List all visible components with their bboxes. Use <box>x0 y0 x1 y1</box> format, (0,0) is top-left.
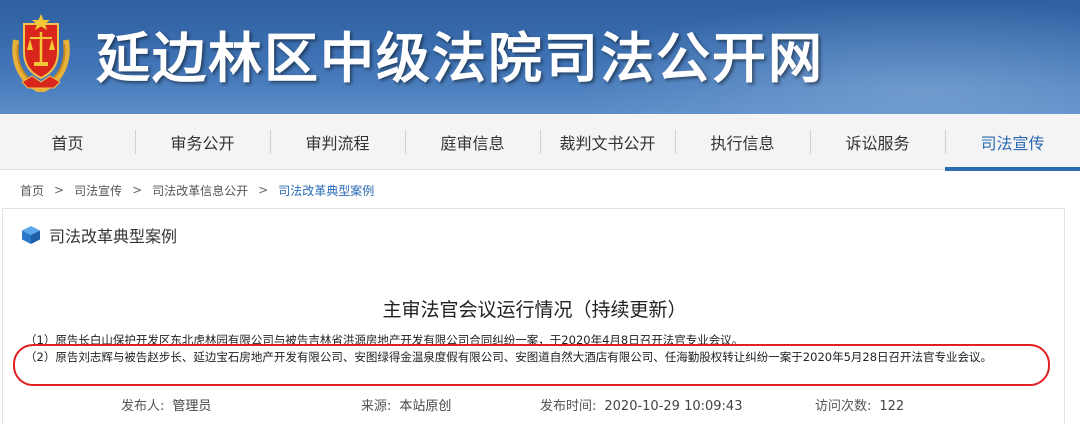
article-paragraph-1: （1）原告长白山保护开发区东北虎林园有限公司与被告吉林省洪源房地产开发有限公司合… <box>25 333 744 347</box>
breadcrumb-judicial-publicity[interactable]: 司法宣传 <box>74 182 122 199</box>
nav-item-judgments[interactable]: 裁判文书公开 <box>540 114 675 170</box>
main-nav: 首页 审务公开 审判流程 庭审信息 裁判文书公开 执行信息 诉讼服务 司法宣传 <box>0 114 1080 171</box>
breadcrumb-separator: > <box>54 183 65 197</box>
breadcrumb-separator: > <box>132 183 143 197</box>
meta-publisher-value: 管理员 <box>172 399 212 414</box>
nav-item-enforcement[interactable]: 执行信息 <box>675 114 810 170</box>
meta-source: 来源: 本站原创 <box>361 395 451 414</box>
breadcrumb-home[interactable]: 首页 <box>20 182 44 199</box>
panel-title: 司法改革典型案例 <box>49 227 178 246</box>
breadcrumb-reform-info[interactable]: 司法改革信息公开 <box>152 182 248 199</box>
nav-item-trial-process[interactable]: 审判流程 <box>270 114 405 170</box>
meta-visits-value: 122 <box>879 399 905 414</box>
cube-icon <box>22 226 40 244</box>
meta-source-label: 来源: <box>361 399 392 414</box>
breadcrumb-separator: > <box>258 183 269 197</box>
meta-publisher: 发布人: 管理员 <box>121 395 211 414</box>
content-panel: 司法改革典型案例 主审法官会议运行情况（持续更新） （1）原告长白山保护开发区东… <box>2 208 1065 424</box>
nav-item-home[interactable]: 首页 <box>0 114 135 170</box>
meta-visits-label: 访问次数: <box>815 399 872 414</box>
nav-item-judicial-publicity[interactable]: 司法宣传 <box>945 114 1080 171</box>
article-title: 主审法官会议运行情况（持续更新） <box>382 299 687 321</box>
breadcrumb: 首页 > 司法宣传 > 司法改革信息公开 > 司法改革典型案例 <box>20 180 374 200</box>
breadcrumb-current[interactable]: 司法改革典型案例 <box>278 182 374 199</box>
court-emblem-icon[interactable] <box>8 10 74 92</box>
nav-item-litigation-service[interactable]: 诉讼服务 <box>810 114 945 170</box>
meta-time: 发布时间: 2020-10-29 10:09:43 <box>540 395 742 414</box>
site-title: 延边林区中级法院司法公开网 <box>96 27 824 90</box>
meta-time-value: 2020-10-29 10:09:43 <box>604 399 743 414</box>
nav-item-court-affairs[interactable]: 审务公开 <box>135 114 270 170</box>
meta-source-value: 本站原创 <box>399 399 452 414</box>
site-header: 延边林区中级法院司法公开网 <box>0 0 1080 114</box>
meta-publisher-label: 发布人: <box>121 399 165 414</box>
meta-visits: 访问次数: 122 <box>815 395 904 414</box>
panel-header: 司法改革典型案例 <box>21 223 177 247</box>
nav-item-hearing-info[interactable]: 庭审信息 <box>405 114 540 170</box>
article-paragraph-2: （2）原告刘志辉与被告赵步长、延边宝石房地产开发有限公司、安图绿得金温泉度假有限… <box>25 350 993 364</box>
meta-time-label: 发布时间: <box>540 399 597 414</box>
